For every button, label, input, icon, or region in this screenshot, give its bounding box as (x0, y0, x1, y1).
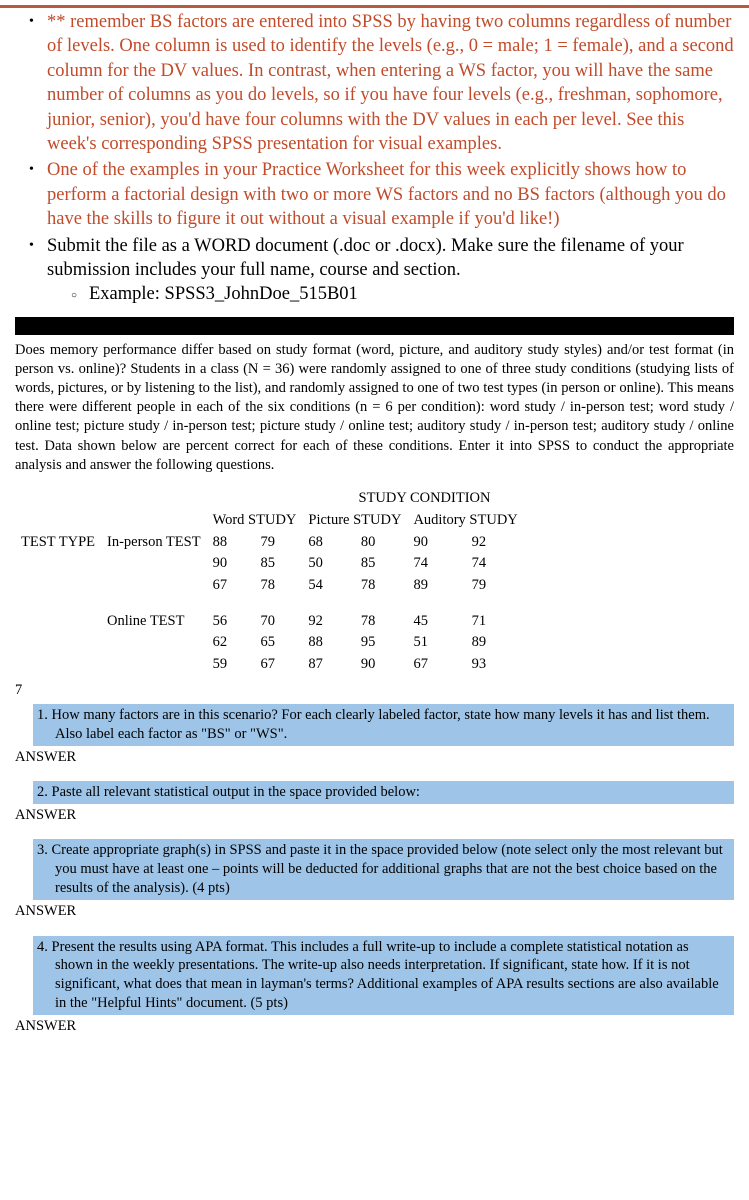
online-label: Online TEST (101, 611, 207, 633)
cell: 80 (355, 532, 408, 554)
col-picture: Picture STUDY (302, 510, 407, 532)
data-table: Word STUDY Picture STUDY Auditory STUDY … (15, 510, 524, 675)
cell: 50 (302, 553, 355, 575)
cell: 54 (302, 575, 355, 597)
table-row: 67 78 54 78 89 79 (15, 575, 524, 597)
cell: 67 (207, 575, 255, 597)
cell: 93 (466, 654, 524, 676)
cell: 89 (407, 575, 465, 597)
cell: 92 (302, 611, 355, 633)
table-row: TEST TYPE In-person TEST 88 79 68 80 90 … (15, 532, 524, 554)
cell: 95 (355, 632, 408, 654)
cell: 78 (254, 575, 302, 597)
answer-label-2: ANSWER (15, 806, 734, 826)
bullet-item-3: Submit the file as a WORD document (.doc… (37, 234, 734, 307)
page-number-seven: 7 (15, 681, 734, 701)
table-title: STUDY CONDITION (115, 489, 734, 509)
cell: 90 (207, 553, 255, 575)
cell: 88 (302, 632, 355, 654)
inperson-label: In-person TEST (101, 532, 207, 554)
table-row: 62 65 88 95 51 89 (15, 632, 524, 654)
bullet-item-2: One of the examples in your Practice Wor… (37, 158, 734, 231)
cell: 56 (207, 611, 255, 633)
cell: 62 (207, 632, 255, 654)
col-auditory: Auditory STUDY (407, 510, 523, 532)
instruction-list: ** remember BS factors are entered into … (15, 10, 734, 307)
cell: 87 (302, 654, 355, 676)
table-row: 59 67 87 90 67 93 (15, 654, 524, 676)
cell: 90 (355, 654, 408, 676)
example-filename: SPSS3_JohnDoe_515B01 (165, 284, 358, 304)
cell: 70 (254, 611, 302, 633)
table-row: 90 85 50 85 74 74 (15, 553, 524, 575)
cell: 71 (466, 611, 524, 633)
cell: 79 (466, 575, 524, 597)
table-row: Online TEST 56 70 92 78 45 71 (15, 611, 524, 633)
sub-item-example: Example: SPSS3_JohnDoe_515B01 (75, 282, 734, 306)
cell: 85 (254, 553, 302, 575)
column-header-row: Word STUDY Picture STUDY Auditory STUDY (15, 510, 524, 532)
cell: 92 (466, 532, 524, 554)
cell: 68 (302, 532, 355, 554)
col-word: Word STUDY (207, 510, 303, 532)
cell: 88 (207, 532, 255, 554)
sub-list: Example: SPSS3_JohnDoe_515B01 (47, 282, 734, 306)
data-table-container: STUDY CONDITION Word STUDY Picture STUDY… (15, 489, 734, 676)
page-top-rule (0, 5, 749, 8)
answer-label-4: ANSWER (15, 1017, 734, 1037)
cell: 45 (407, 611, 465, 633)
cell: 85 (355, 553, 408, 575)
scenario-prompt: Does memory performance differ based on … (15, 341, 734, 475)
cell: 78 (355, 611, 408, 633)
table-spacer (15, 597, 524, 611)
answer-label-3: ANSWER (15, 902, 734, 922)
section-divider-bar (15, 317, 734, 335)
cell: 59 (207, 654, 255, 676)
question-2: 2. Paste all relevant statistical output… (33, 781, 734, 804)
cell: 65 (254, 632, 302, 654)
question-1: 1. How many factors are in this scenario… (33, 704, 734, 746)
example-prefix: Example: (89, 284, 165, 304)
cell: 51 (407, 632, 465, 654)
answer-label-1: ANSWER (15, 748, 734, 768)
cell: 67 (407, 654, 465, 676)
cell: 79 (254, 532, 302, 554)
cell: 74 (466, 553, 524, 575)
bullet-item-1: ** remember BS factors are entered into … (37, 10, 734, 156)
cell: 89 (466, 632, 524, 654)
question-3: 3. Create appropriate graph(s) in SPSS a… (33, 839, 734, 900)
question-4: 4. Present the results using APA format.… (33, 936, 734, 1015)
cell: 67 (254, 654, 302, 676)
cell: 78 (355, 575, 408, 597)
bullet-3-text: Submit the file as a WORD document (.doc… (47, 236, 684, 280)
cell: 90 (407, 532, 465, 554)
row-group-label: TEST TYPE (15, 532, 101, 554)
cell: 74 (407, 553, 465, 575)
